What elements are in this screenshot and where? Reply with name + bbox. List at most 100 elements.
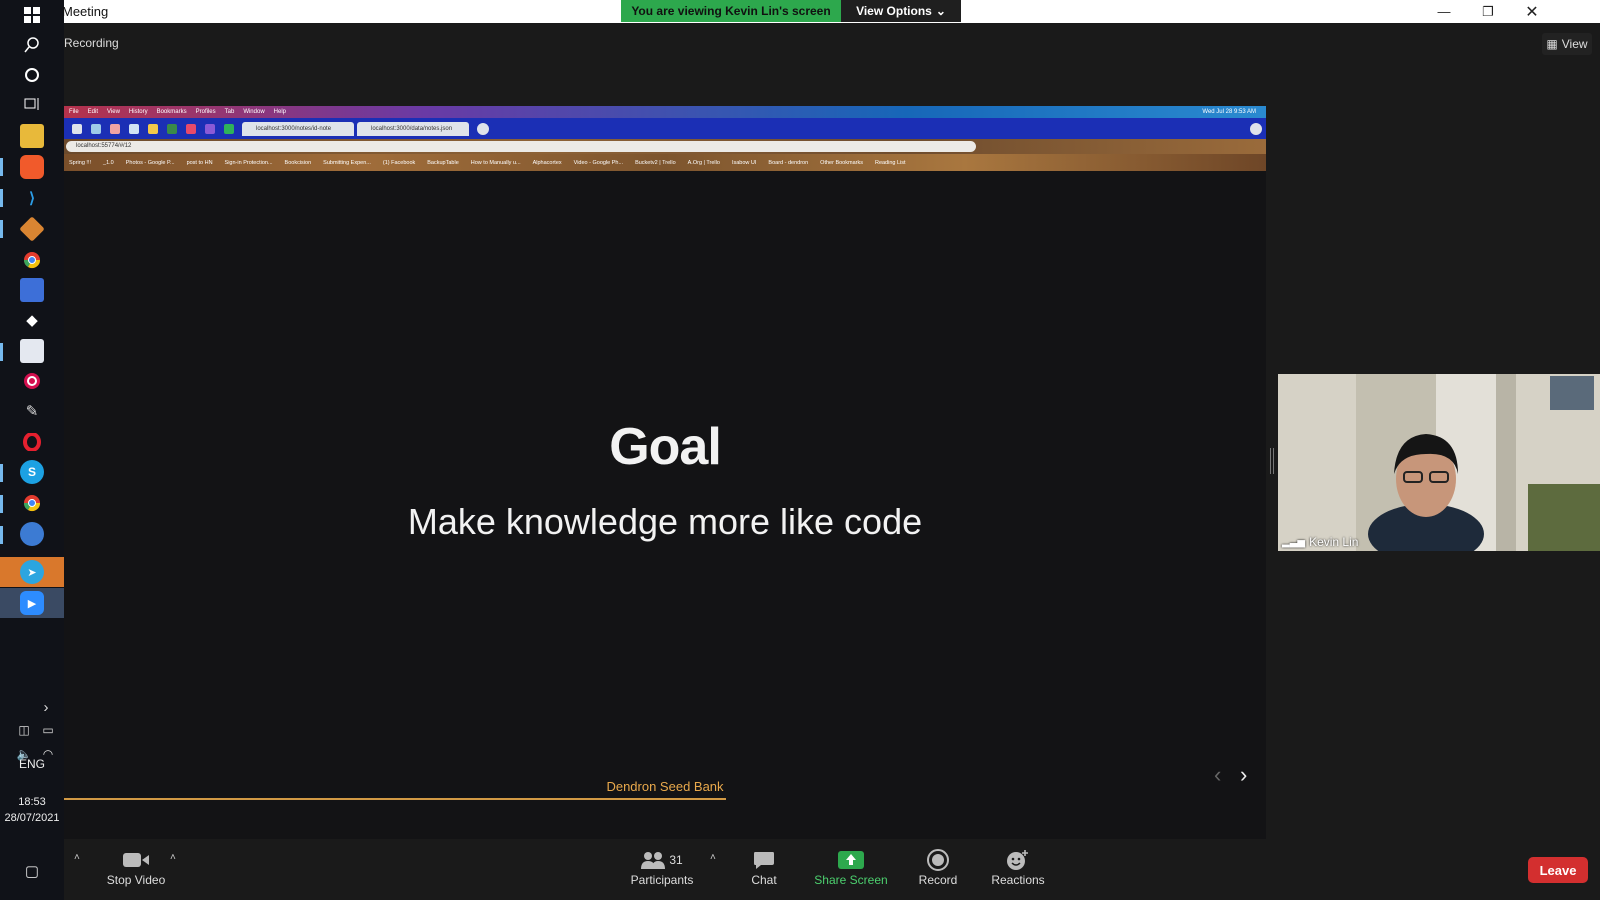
window-titlebar: Meeting You are viewing Kevin Lin's scre… (62, 0, 1600, 23)
close-window-button[interactable]: ✕ (1510, 0, 1554, 23)
windows-taskbar: ⟩ ◆ ✎ S ➤ ▶ › ◫ ▭ 🔈 ◠ ENG 18:53 28/07/20… (0, 0, 64, 900)
bookmark-item: Other Bookmarks (820, 159, 863, 166)
bookmark-item: _1.0 (103, 159, 114, 166)
pinned-tab-icon (186, 124, 196, 134)
clock-date: 28/07/2021 (4, 812, 60, 824)
notifications-icon[interactable]: ▢ (20, 859, 44, 883)
view-label: View (1561, 37, 1588, 51)
slide-title: Goal (609, 418, 722, 476)
participants-button[interactable]: 31 Participants (630, 847, 694, 887)
grid-icon: ▦ (1546, 37, 1558, 51)
menubar-clock: Wed Jul 28 9:53 AM (1202, 109, 1256, 115)
search-icon[interactable] (20, 33, 44, 57)
participants-label: Participants (630, 873, 694, 887)
split-view-resize-handle[interactable] (1270, 448, 1274, 474)
window-title: Meeting (62, 4, 109, 19)
participant-video-frame (1278, 374, 1600, 551)
pinned-tab-icon (91, 124, 101, 134)
file-explorer-icon[interactable] (20, 124, 44, 148)
chat-label: Chat (751, 873, 777, 887)
calendar-app-icon[interactable] (20, 278, 44, 302)
pinned-tab-icon (205, 124, 215, 134)
reactions-label: Reactions (991, 873, 1045, 887)
tag-app-icon[interactable]: ✎ (20, 399, 44, 423)
signal-strength-icon: ▂▃▅ (1282, 536, 1306, 548)
app-diamond-icon[interactable]: ◆ (20, 308, 44, 332)
git-client-icon[interactable] (19, 216, 45, 242)
menubar-item: File (69, 109, 79, 115)
bookmark-item: Video - Google Ph... (573, 159, 624, 166)
shared-screen: File Edit View History Bookmarks Profile… (64, 106, 1266, 839)
video-options-caret-icon[interactable]: ˄ (170, 852, 176, 863)
chrome-dev-icon[interactable] (20, 522, 44, 546)
menubar-item: Tab (224, 109, 235, 115)
participant-name-tag: ▂▃▅ Kevin Lin (1282, 535, 1358, 549)
bookmark-item: Board - dendron (768, 159, 809, 166)
notepad-icon[interactable] (20, 339, 44, 363)
record-label: Record (918, 873, 958, 887)
bookmark-item: (1) Facebook (382, 159, 416, 166)
pinned-tab-icon (148, 124, 158, 134)
bookmark-item: Bookcision (284, 159, 312, 166)
input-language[interactable]: ENG (0, 757, 64, 771)
chat-icon (753, 847, 775, 873)
stop-video-button[interactable]: Stop Video (106, 847, 166, 887)
record-icon (927, 847, 949, 873)
menubar-item: Profiles (195, 109, 216, 115)
smiley-plus-icon (1006, 847, 1030, 873)
minimize-button[interactable]: — (1422, 0, 1466, 23)
url-field: localhost:55774/#/12 (66, 141, 976, 152)
share-screen-button[interactable]: Share Screen (814, 847, 888, 887)
debian-icon[interactable] (20, 369, 44, 393)
reactions-button[interactable]: Reactions (988, 847, 1048, 887)
view-options-button[interactable]: View Options ⌄ (841, 0, 961, 22)
participant-video[interactable]: ▂▃▅ Kevin Lin (1278, 374, 1600, 551)
view-options-label: View Options (856, 4, 932, 18)
bookmark-item: BackupTable (427, 159, 459, 166)
meet-now-icon[interactable]: ◫ (12, 718, 36, 742)
viewing-screen-banner: You are viewing Kevin Lin's screen (621, 0, 841, 22)
share-screen-icon (838, 847, 864, 873)
recording-indicator[interactable]: Recording (64, 36, 119, 50)
chevron-down-icon: ⌄ (935, 4, 946, 18)
menubar-item: View (107, 109, 120, 115)
vscode-icon[interactable]: ⟩ (20, 186, 44, 210)
task-view-icon[interactable] (20, 92, 44, 116)
menubar-item: History (128, 109, 148, 115)
restore-button[interactable]: ❐ (1466, 0, 1510, 23)
slide-subtitle: Make knowledge more like code (407, 501, 923, 542)
leave-meeting-button[interactable]: Leave (1528, 857, 1588, 883)
browser-toolbar: localhost:55774/#/12 (64, 139, 1266, 154)
menubar-item: Help (273, 109, 286, 115)
taskbar-clock[interactable]: 18:53 28/07/2021 (0, 794, 64, 826)
skype-icon[interactable]: S (20, 460, 44, 484)
participants-options-caret-icon[interactable]: ˄ (710, 852, 716, 863)
share-screen-label: Share Screen (814, 873, 888, 887)
bookmarks-bar: Spring !!! _1.0 Photos - Google P... pos… (64, 154, 1266, 171)
mac-menubar: File Edit View History Bookmarks Profile… (64, 106, 1266, 118)
cortana-icon[interactable] (20, 63, 44, 87)
show-hidden-icons-chevron-icon[interactable]: › (34, 695, 58, 719)
chrome-icon[interactable] (20, 248, 44, 272)
bookmark-item: Reading List (874, 159, 906, 166)
pinned-tab-icon (110, 124, 120, 134)
meeting-controls: ˄ Stop Video ˄ 31 Participants ˄ Chat Sh… (64, 839, 1600, 900)
meeting-area: Recording ▦ View File Edit View History … (64, 23, 1600, 900)
chevron-right-icon: › (1240, 762, 1248, 787)
record-button[interactable]: Record (916, 847, 960, 887)
zoom-icon[interactable]: ▶ (20, 591, 44, 615)
menubar-item: Window (243, 109, 265, 115)
audio-options-caret-icon[interactable]: ˄ (74, 852, 80, 863)
telegram-icon[interactable]: ➤ (20, 560, 44, 584)
brave-browser-icon[interactable] (20, 155, 44, 179)
opera-icon[interactable] (20, 430, 44, 454)
windows-start-icon[interactable] (20, 3, 44, 27)
battery-icon[interactable]: ▭ (36, 718, 60, 742)
view-layout-button[interactable]: ▦ View (1542, 33, 1592, 55)
browser-tab: localhost:3000/data/notes.json (357, 122, 469, 136)
chat-button[interactable]: Chat (744, 847, 784, 887)
slide-progress-rule (64, 798, 726, 800)
menubar-item: Edit (87, 109, 99, 115)
chrome-profile-icon[interactable] (20, 491, 44, 515)
stop-video-label: Stop Video (106, 873, 166, 887)
